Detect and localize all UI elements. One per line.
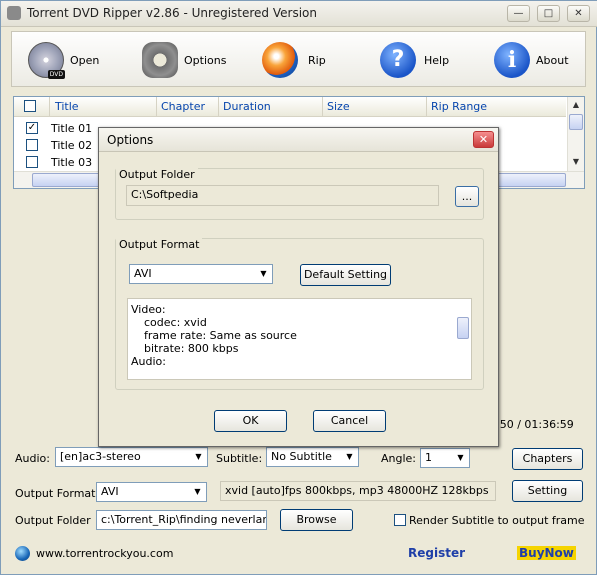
info-scroll-thumb[interactable]: [457, 317, 469, 339]
list-header: Title Chapter Duration Size Rip Range: [14, 97, 566, 117]
ok-button[interactable]: OK: [214, 410, 287, 432]
vertical-scroll-thumb[interactable]: [569, 114, 583, 130]
about-button[interactable]: i About: [494, 38, 569, 82]
chevron-down-icon: ▼: [195, 452, 202, 461]
window-title: Torrent DVD Ripper v2.86 - Unregistered …: [27, 6, 317, 20]
dvd-disc-icon: DVD: [28, 42, 65, 79]
dialog-title-bar: Options ✕: [99, 128, 498, 152]
vertical-scrollbar[interactable]: ▲ ▼: [567, 97, 584, 172]
info-line: frame rate: Same as source: [144, 329, 297, 342]
dialog-output-folder-field[interactable]: C:\Softpedia: [126, 185, 439, 206]
render-subtitle-label: Render Subtitle to output frame: [409, 514, 585, 527]
output-format-group-label: Output Format: [116, 238, 203, 251]
chevron-down-icon: ▼: [260, 269, 267, 278]
column-duration[interactable]: Duration: [219, 97, 323, 117]
rip-button[interactable]: Rip: [262, 38, 326, 82]
format-info-box: Video: codec: xvid frame rate: Same as s…: [127, 298, 472, 380]
footer: www.torrentrockyou.com Register BuyNow: [1, 541, 597, 571]
gears-icon: [142, 42, 178, 78]
help-label: Help: [424, 53, 450, 67]
info-line: Audio:: [131, 355, 166, 368]
dvd-badge: DVD: [47, 70, 65, 79]
globe-icon: [15, 546, 30, 561]
column-rip-range[interactable]: Rip Range: [427, 97, 566, 117]
info-line: bitrate: 800 kbps: [144, 342, 239, 355]
title-name: Title 02: [51, 139, 93, 152]
app-icon: [7, 6, 21, 20]
output-format-label: Output Format: [15, 487, 96, 500]
title-bar: Torrent DVD Ripper v2.86 - Unregistered …: [1, 1, 597, 27]
audio-value: [en]ac3-stereo: [60, 450, 141, 463]
angle-value: 1: [425, 451, 432, 464]
dialog-format-value: AVI: [134, 267, 152, 280]
about-label: About: [536, 53, 569, 67]
time-readout: :50 / 01:36:59: [496, 418, 574, 431]
website-link[interactable]: www.torrentrockyou.com: [36, 547, 173, 560]
chapters-button[interactable]: Chapters: [512, 448, 583, 470]
title-checkbox[interactable]: [26, 156, 38, 168]
format-summary: xvid [auto]fps 800kbps, mp3 48000HZ 128k…: [220, 481, 496, 501]
audio-label: Audio:: [15, 452, 50, 465]
column-size[interactable]: Size: [323, 97, 427, 117]
close-button[interactable]: ✕: [567, 5, 590, 22]
render-subtitle-checkbox[interactable]: [394, 514, 406, 526]
title-name: Title 01: [51, 122, 93, 135]
cancel-button[interactable]: Cancel: [313, 410, 386, 432]
subtitle-select[interactable]: No Subtitle ▼: [266, 447, 359, 467]
subtitle-label: Subtitle:: [216, 452, 263, 465]
title-name: Title 03: [51, 156, 93, 169]
output-format-select[interactable]: AVI ▼: [96, 482, 207, 502]
output-folder-group-label: Output Folder: [116, 168, 198, 181]
options-dialog: Options ✕ Output Folder C:\Softpedia ...…: [98, 127, 499, 447]
title-checkbox[interactable]: [26, 139, 38, 151]
open-button[interactable]: DVD Open: [28, 38, 99, 82]
options-label: Options: [184, 53, 227, 67]
output-folder-group: Output Folder C:\Softpedia ...: [115, 168, 484, 220]
select-all-checkbox[interactable]: [24, 100, 36, 112]
select-all-header[interactable]: [14, 97, 50, 117]
setting-button[interactable]: Setting: [512, 480, 583, 502]
options-button[interactable]: Options: [142, 38, 226, 82]
angle-label: Angle:: [381, 452, 417, 465]
output-format-value: AVI: [101, 485, 119, 498]
info-line: codec: xvid: [144, 316, 207, 329]
help-icon: ?: [380, 42, 416, 78]
column-title[interactable]: Title: [51, 97, 157, 117]
subtitle-value: No Subtitle: [271, 450, 332, 463]
info-icon: i: [494, 42, 530, 78]
chevron-down-icon: ▼: [346, 452, 353, 461]
chevron-down-icon: ▼: [457, 453, 464, 462]
maximize-button[interactable]: □: [537, 5, 560, 22]
rip-icon: [262, 42, 298, 78]
toolbar: DVD Open Options Rip ? Help i About: [11, 31, 586, 87]
info-line: Video:: [131, 303, 166, 316]
output-folder-field[interactable]: c:\Torrent_Rip\finding neverlands: [96, 510, 267, 530]
buynow-link[interactable]: BuyNow: [517, 546, 576, 560]
chevron-down-icon: ▼: [194, 487, 201, 496]
main-window: Torrent DVD Ripper v2.86 - Unregistered …: [0, 0, 597, 575]
open-label: Open: [70, 53, 100, 67]
audio-select[interactable]: [en]ac3-stereo ▼: [55, 447, 208, 467]
browse-button[interactable]: Browse: [280, 509, 353, 531]
default-setting-button[interactable]: Default Setting: [300, 264, 391, 286]
dialog-close-button[interactable]: ✕: [473, 131, 494, 148]
dialog-title: Options: [107, 133, 154, 147]
scroll-down-arrow[interactable]: ▼: [568, 154, 584, 170]
dialog-format-select[interactable]: AVI ▼: [129, 264, 273, 284]
column-chapter[interactable]: Chapter: [157, 97, 219, 117]
title-checkbox[interactable]: ✓: [26, 122, 38, 134]
register-link[interactable]: Register: [408, 546, 465, 560]
help-button[interactable]: ? Help: [380, 38, 449, 82]
angle-select[interactable]: 1 ▼: [420, 448, 470, 468]
scroll-up-arrow[interactable]: ▲: [568, 97, 584, 113]
dialog-browse-button[interactable]: ...: [455, 186, 479, 207]
rip-label: Rip: [308, 53, 326, 67]
minimize-button[interactable]: —: [507, 5, 530, 22]
output-folder-label: Output Folder: [15, 514, 91, 527]
